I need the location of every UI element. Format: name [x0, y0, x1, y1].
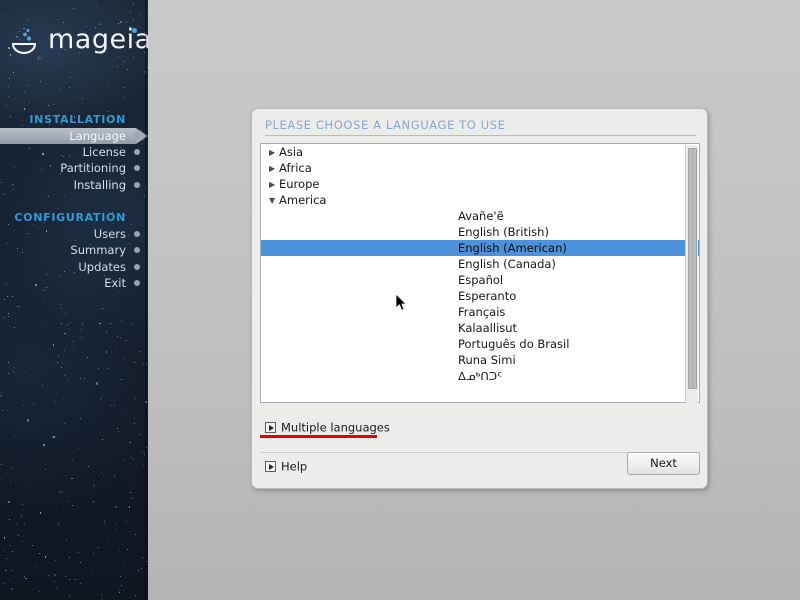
list-item[interactable]: Français: [261, 304, 699, 320]
multiple-languages-annotation-underline: [260, 435, 377, 438]
sidebar-item-license[interactable]: License: [83, 144, 126, 160]
next-button[interactable]: Next: [627, 452, 700, 475]
sidebar-item-partitioning[interactable]: Partitioning: [60, 160, 126, 176]
language-list-frame: ▶ Asia ▶ Africa ▶ Europe ▼ America Avañe'ẽ E…: [260, 143, 700, 403]
chevron-down-icon: ▼: [269, 195, 276, 205]
sidebar-item-users[interactable]: Users: [94, 226, 126, 242]
sidebar-dot-users: [134, 231, 140, 237]
sidebar-edge-shadow: [145, 0, 148, 600]
starfield-background: [0, 0, 148, 600]
expand-right-icon: [265, 422, 276, 433]
list-item-selected[interactable]: English (American): [261, 240, 699, 256]
tree-node-africa[interactable]: ▶ Africa: [261, 160, 699, 176]
dialog-title: PLEASE CHOOSE A LANGUAGE TO USE: [265, 118, 506, 132]
list-scrollbar-track[interactable]: [685, 145, 698, 403]
list-item[interactable]: English (Canada): [261, 256, 699, 272]
list-item[interactable]: Runa Simi: [261, 352, 699, 368]
tree-node-europe[interactable]: ▶ Europe: [261, 176, 699, 192]
list-item[interactable]: Português do Brasil: [261, 336, 699, 352]
list-scrollbar-thumb[interactable]: [688, 148, 697, 389]
sidebar-dot-updates: [134, 264, 140, 270]
sidebar-dot-license: [134, 149, 140, 155]
chevron-right-icon: ▶: [269, 179, 276, 189]
help-label: Help: [281, 459, 308, 474]
sidebar-item-updates[interactable]: Updates: [78, 259, 126, 275]
expand-right-icon: [265, 461, 276, 472]
list-item[interactable]: ᐃᓄᒃᑎᑐᑦ: [261, 368, 699, 384]
sidebar-dot-partitioning: [134, 165, 140, 171]
tree-node-label: Europe: [279, 177, 320, 191]
mageia-logo: mageia: [10, 14, 148, 62]
list-item[interactable]: Español: [261, 272, 699, 288]
tree-node-label: America: [279, 193, 327, 207]
sidebar-item-language[interactable]: Language: [69, 128, 126, 144]
title-divider: [265, 135, 696, 136]
logo-accent-dot: [132, 28, 137, 33]
list-item[interactable]: Kalaallisut: [261, 320, 699, 336]
chevron-right-icon: ▶: [269, 147, 276, 157]
help-toggle[interactable]: Help: [265, 456, 308, 474]
tree-node-label: Africa: [279, 161, 312, 175]
tree-node-asia[interactable]: ▶ Asia: [261, 144, 699, 160]
tree-node-america[interactable]: ▼ America: [261, 192, 699, 208]
list-item[interactable]: Avañe'ẽ: [261, 208, 699, 224]
installer-screen: mageia INSTALLATION Language License Par…: [0, 0, 800, 600]
sidebar-dot-summary: [134, 247, 140, 253]
sidebar-item-exit[interactable]: Exit: [104, 275, 126, 291]
sidebar-heading-configuration: CONFIGURATION: [14, 211, 126, 224]
tree-node-label: Asia: [279, 145, 304, 159]
sidebar-dot-installing: [134, 182, 140, 188]
sidebar-item-installing[interactable]: Installing: [74, 177, 126, 193]
chevron-right-icon: ▶: [269, 163, 276, 173]
sidebar-dot-language: [134, 133, 140, 139]
list-item[interactable]: English (British): [261, 224, 699, 240]
cauldron-bubbles-icon: [11, 28, 37, 54]
sidebar-dot-exit: [134, 280, 140, 286]
list-item[interactable]: Esperanto: [261, 288, 699, 304]
sidebar-item-summary[interactable]: Summary: [70, 242, 126, 258]
language-list[interactable]: ▶ Asia ▶ Africa ▶ Europe ▼ America Avañe'ẽ E…: [261, 144, 699, 402]
multiple-languages-label: Multiple languages: [281, 420, 390, 435]
multiple-languages-toggle[interactable]: Multiple languages: [265, 417, 390, 435]
language-dialog: PLEASE CHOOSE A LANGUAGE TO USE ▶ Asia ▶ A…: [251, 108, 708, 489]
sidebar: mageia INSTALLATION Language License Par…: [0, 0, 148, 600]
sidebar-heading-installation: INSTALLATION: [29, 113, 126, 126]
